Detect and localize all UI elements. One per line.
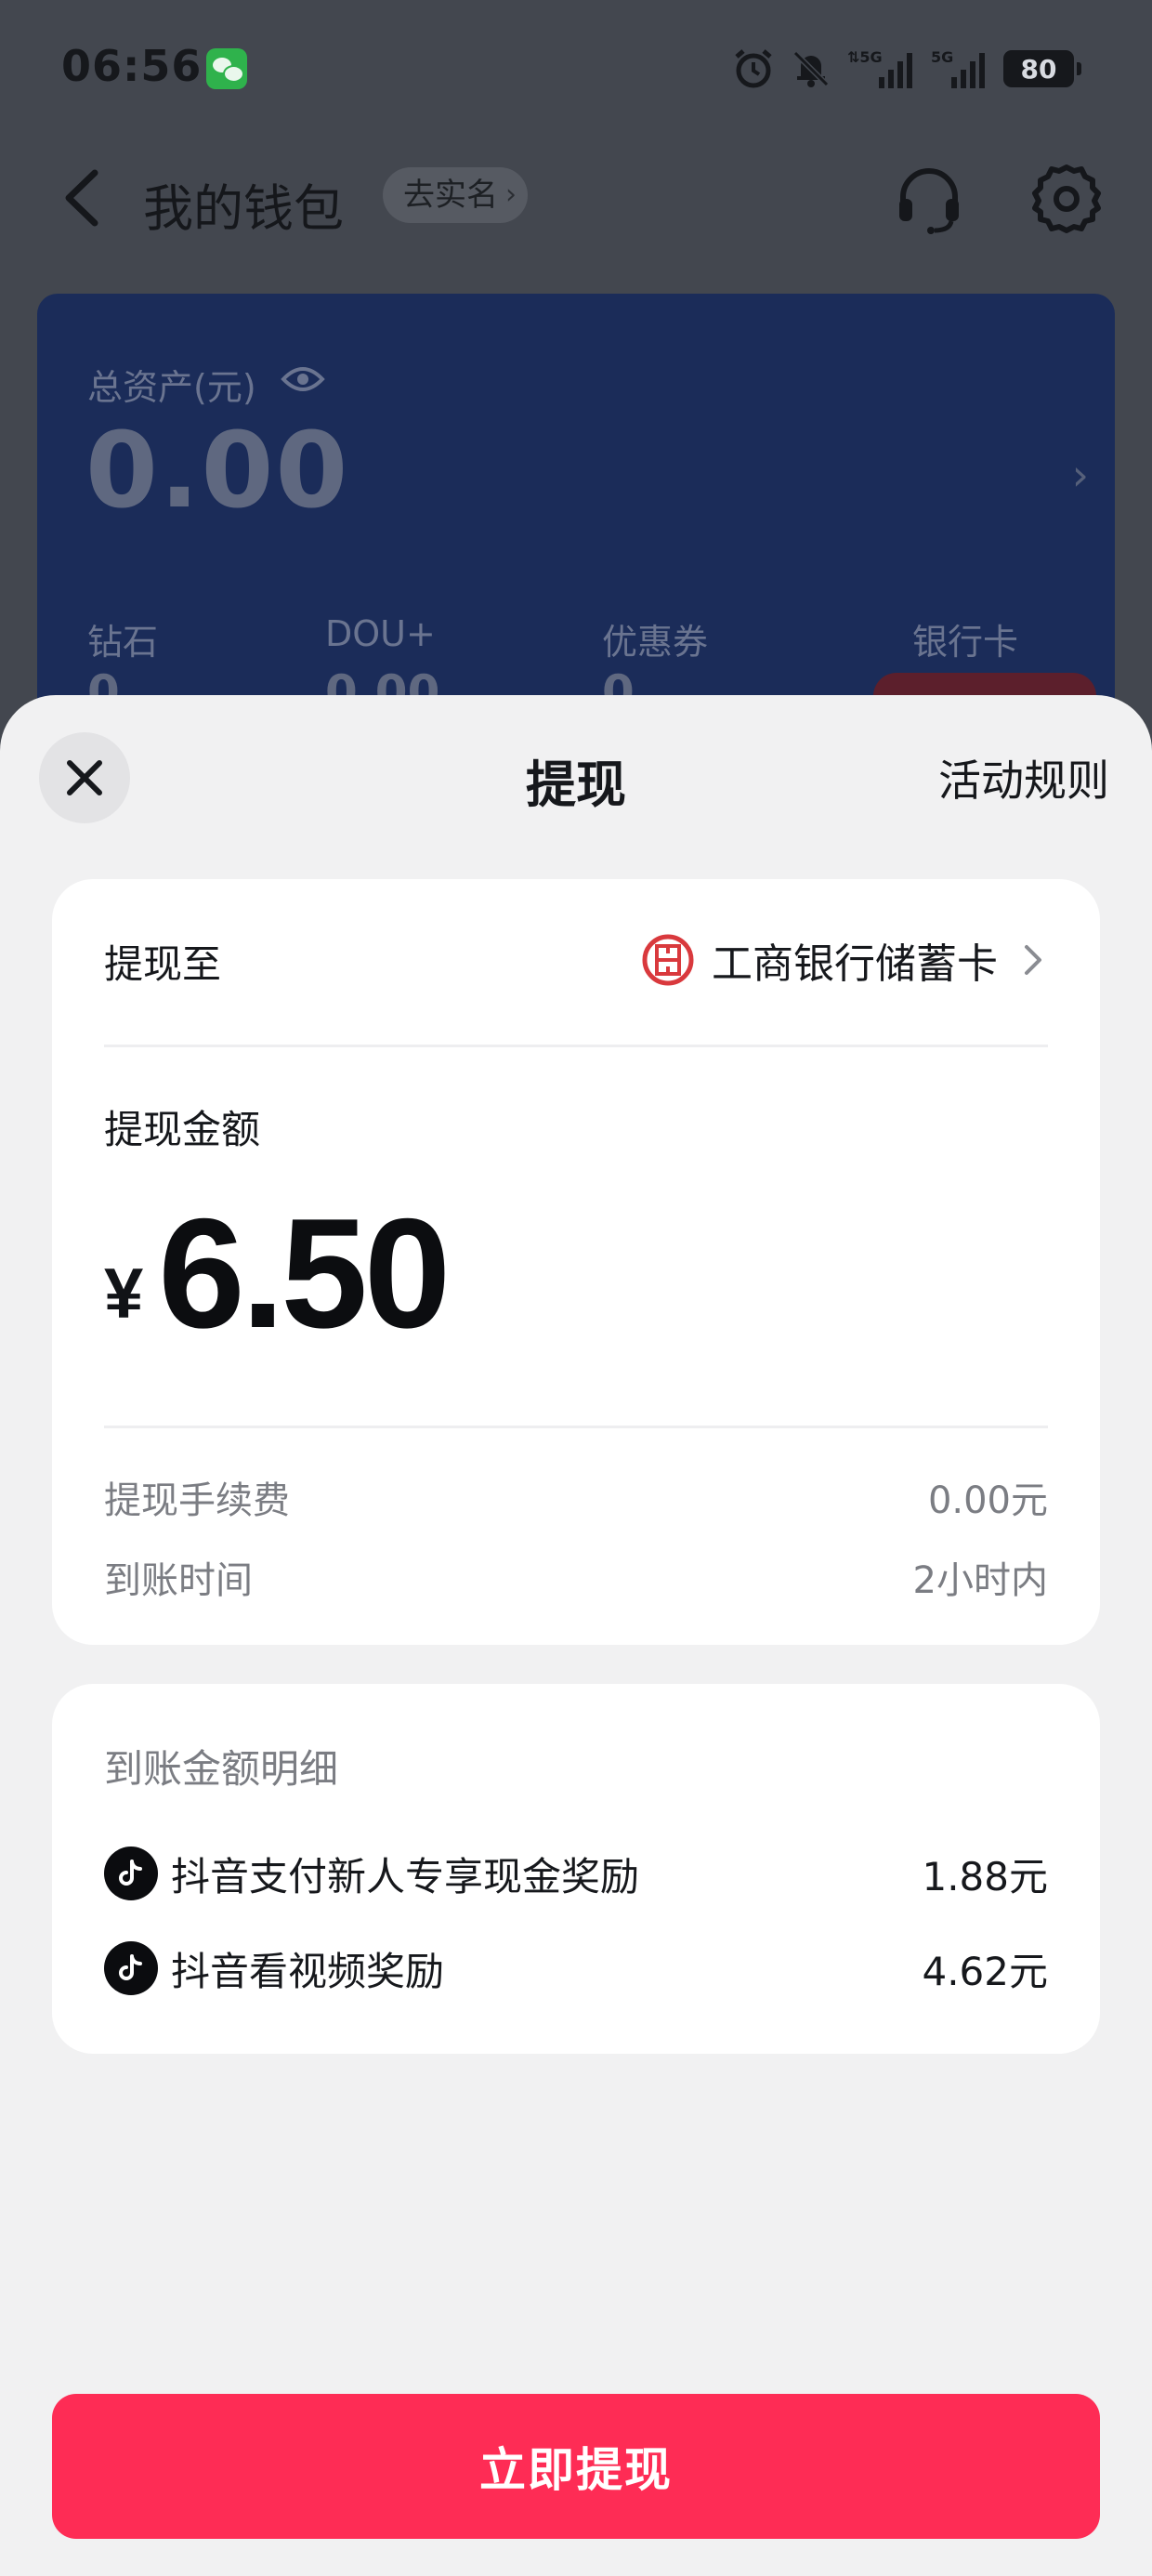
- svg-text:5G: 5G: [931, 48, 953, 66]
- back-arrow-icon[interactable]: [58, 167, 110, 229]
- verify-label: 去实名: [403, 177, 498, 214]
- arrival-time-value: 2小时内: [912, 1559, 1048, 1602]
- bank-name: 工商银行储蓄卡: [712, 940, 998, 988]
- icbc-bank-icon: [642, 934, 694, 986]
- detail-item-value: 1.88元: [922, 1853, 1048, 1899]
- coupon-label: 优惠券: [602, 622, 709, 663]
- status-time: 06:56: [61, 41, 203, 91]
- amount-display: ¥ 6.50: [104, 1186, 451, 1360]
- verify-identity-button[interactable]: 去实名 ›: [383, 167, 528, 223]
- mute-bell-icon: [790, 47, 832, 90]
- total-assets-label: 总资产(元): [87, 367, 256, 408]
- chevron-right-icon: ›: [505, 178, 517, 211]
- diamond-label: 钻石: [87, 622, 159, 663]
- dou-label: DOU+: [325, 613, 436, 654]
- svg-text:⇅5G: ⇅5G: [847, 48, 883, 66]
- withdraw-card: 提现至 工商银行储蓄卡 提现金额 ¥ 6.50 提现手续费 0.00元 到账时间…: [52, 879, 1100, 1645]
- total-assets-value: 0.00: [85, 411, 350, 532]
- status-icons: ⇅5G 5G 80: [732, 45, 1081, 93]
- tiktok-icon: [104, 1847, 158, 1900]
- status-bar: 06:56 ⇅5G 5G 80: [0, 0, 1152, 139]
- withdraw-to-label: 提现至: [104, 941, 222, 987]
- asset-card[interactable]: 总资产(元) 0.00 › 钻石 DOU+ 优惠券 银行卡 0 0.00 0: [37, 294, 1115, 721]
- bank-card-label: 银行卡: [912, 622, 1019, 663]
- chevron-right-icon: ›: [1071, 450, 1089, 500]
- detail-item-label: 抖音看视频奖励: [171, 1948, 445, 1994]
- wallet-screen: 06:56 ⇅5G 5G 80 我的钱包 去实名 › 总资产(元) 0.00 ›…: [0, 0, 1152, 2576]
- tiktok-icon: [104, 1941, 158, 1995]
- arrival-time-label: 到账时间: [104, 1559, 253, 1602]
- divider: [104, 1045, 1048, 1047]
- gear-icon[interactable]: [1029, 162, 1104, 236]
- amount-label: 提现金额: [104, 1107, 261, 1152]
- list-item: 抖音看视频奖励 4.62元: [104, 1940, 1048, 1996]
- withdraw-now-button[interactable]: 立即提现: [52, 2394, 1100, 2539]
- signal-icon: ⇅5G: [847, 47, 916, 90]
- battery-icon: 80: [1003, 50, 1081, 87]
- detail-title: 到账金额明细: [104, 1746, 339, 1792]
- divider: [104, 1426, 1048, 1428]
- withdraw-sheet: 提现 活动规则 提现至 工商银行储蓄卡 提现金额 ¥ 6.50 提现手续费 0.: [0, 695, 1152, 2576]
- withdraw-amount: 6.50: [158, 1186, 451, 1360]
- signal-icon-2: 5G: [931, 47, 988, 90]
- currency-symbol: ¥: [104, 1255, 144, 1334]
- detail-item-value: 4.62元: [922, 1948, 1048, 1994]
- fee-value: 0.00元: [927, 1479, 1048, 1522]
- amount-detail-card: 到账金额明细 抖音支付新人专享现金奖励 1.88元 抖音看视频奖励 4.62元: [52, 1684, 1100, 2054]
- chevron-right-icon: [1025, 945, 1041, 975]
- eye-icon[interactable]: [281, 362, 325, 396]
- page-title: 我的钱包: [143, 179, 344, 238]
- activity-rules-link[interactable]: 活动规则: [938, 747, 1109, 808]
- detail-item-label: 抖音支付新人专享现金奖励: [171, 1853, 640, 1899]
- nav-bar: 我的钱包 去实名 ›: [0, 139, 1152, 251]
- list-item: 抖音支付新人专享现金奖励 1.88元: [104, 1846, 1048, 1901]
- bank-selector[interactable]: 工商银行储蓄卡: [641, 929, 1044, 991]
- alarm-icon: [732, 47, 775, 90]
- fee-label: 提现手续费: [104, 1479, 290, 1522]
- wechat-icon: [206, 48, 247, 89]
- headset-icon[interactable]: [894, 164, 964, 234]
